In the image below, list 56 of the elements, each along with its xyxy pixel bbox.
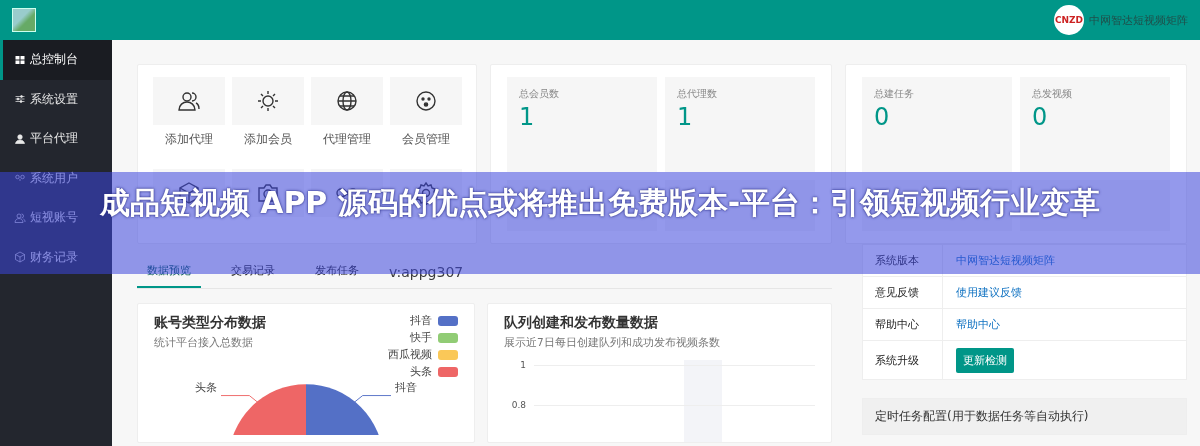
user-icon (14, 132, 26, 145)
sidebar-item[interactable]: 系统设置 (0, 79, 112, 119)
stat-label: 总代理数 (677, 87, 717, 101)
stat-label: 总建任务 (874, 87, 914, 101)
windows-icon (14, 53, 26, 66)
slice-label: 抖音 (395, 381, 417, 395)
stat-value: 1 (677, 103, 693, 131)
chart-title: 账号类型分布数据 (154, 314, 266, 332)
shortcut-label: 代理管理 (322, 131, 371, 148)
stat-value: 0 (874, 103, 890, 131)
tab[interactable]: 发布任务 (305, 263, 369, 288)
tab[interactable]: 数据预览 (137, 263, 201, 288)
stat-value: 1 (519, 103, 535, 131)
legend-label: 抖音 (410, 314, 432, 328)
brand-logo: CNZD (1054, 5, 1084, 35)
legend-swatch[interactable] (438, 367, 458, 377)
shortcut-label: 会员管理 (401, 131, 450, 148)
face-icon (413, 89, 438, 113)
sidebar-item[interactable]: 总控制台 (0, 40, 112, 80)
info-link[interactable]: 中网智达短视频矩阵 (956, 253, 1055, 268)
globe-icon (334, 89, 359, 113)
info-link[interactable]: 使用建议反馈 (956, 285, 1022, 300)
legend-label: 头条 (410, 365, 432, 379)
table-cell: 系统版本 (863, 245, 943, 276)
users-icon (176, 89, 201, 113)
stat-label: 总会员数 (519, 87, 559, 101)
legend-swatch[interactable] (438, 350, 458, 360)
shortcut-label: 添加会员 (243, 131, 292, 148)
panel-header: 定时任务配置(用于数据任务等自动执行) (862, 398, 1187, 435)
axis-label: 0.8 (510, 400, 526, 410)
sliders-icon (14, 93, 26, 106)
table-cell: 系统升级 (863, 341, 943, 379)
chart-title: 队列创建和发布数量数据 (504, 314, 659, 332)
sidebar-item[interactable]: 财务记录 (0, 237, 112, 277)
broken-image-icon (12, 8, 36, 32)
chart-subtitle: 统计平台接入总数据 (154, 336, 254, 350)
legend-label: 西瓜视频 (388, 348, 432, 362)
stat-label: 总发视频 (1032, 87, 1072, 101)
info-link[interactable]: 帮助中心 (956, 317, 1000, 332)
cube-icon (14, 251, 26, 264)
stat-value: 0 (1032, 103, 1048, 131)
axis-label: 1 (519, 360, 526, 370)
shortcut-label: 添加代理 (164, 131, 213, 148)
users-icon (14, 211, 26, 224)
legend-label: 快手 (410, 331, 432, 345)
table-cell: 帮助中心 (863, 309, 943, 340)
tab[interactable]: 交易记录 (221, 263, 285, 288)
table-cell: 意见反馈 (863, 277, 943, 308)
legend-swatch[interactable] (438, 316, 458, 326)
sun-icon (255, 89, 280, 113)
slice-label: 头条 (195, 381, 217, 395)
account-name[interactable]: 中网智达短视频矩阵 (1089, 12, 1188, 28)
legend-swatch[interactable] (438, 333, 458, 343)
chart-subtitle: 展示近7日每日创建队列和成功发布视频条数 (504, 336, 721, 350)
sidebar-item[interactable]: 平台代理 (0, 119, 112, 159)
update-check-button[interactable]: 更新检测 (956, 347, 1014, 373)
